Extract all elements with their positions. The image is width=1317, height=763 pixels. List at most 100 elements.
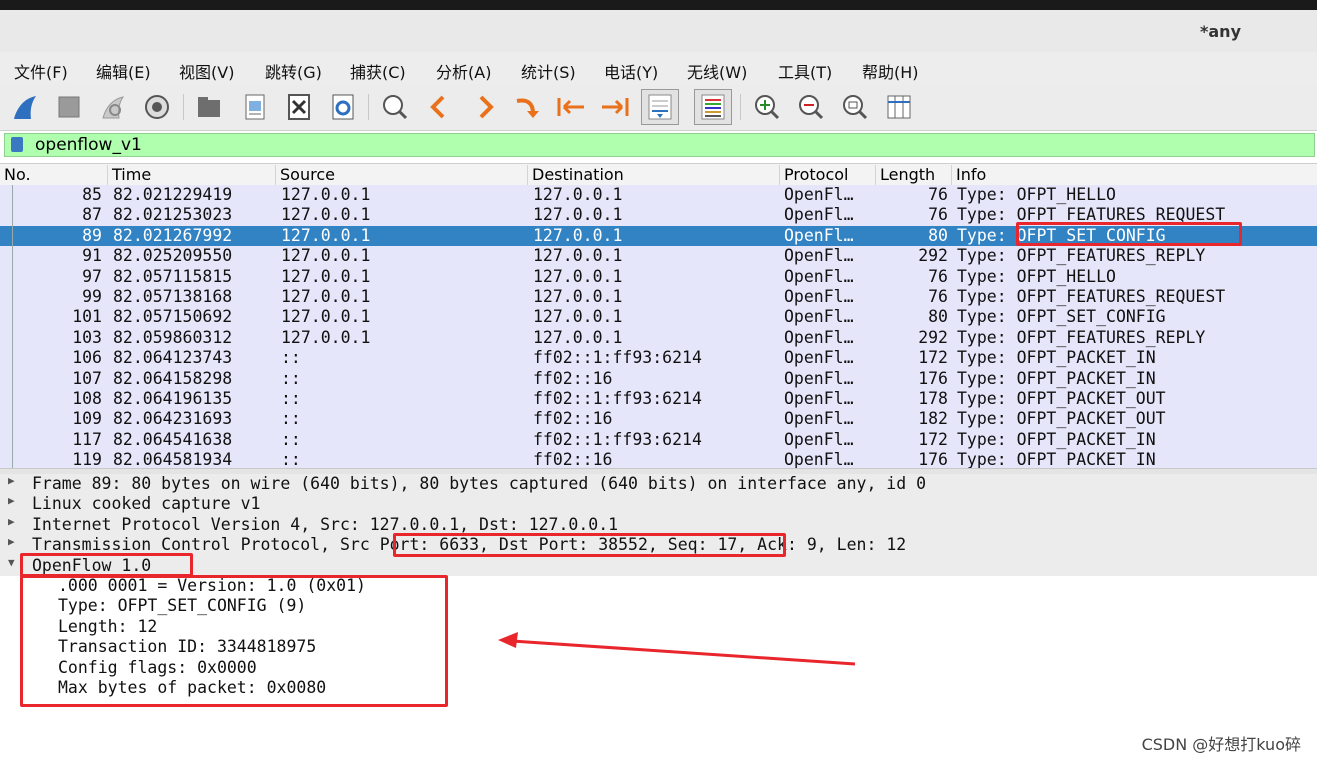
gutter-line [12,185,13,468]
last-packet-icon[interactable] [600,92,630,122]
arrow-shaft [511,639,856,666]
menu-view[interactable]: 视图(V) [179,59,234,83]
cell-length: 176 [918,368,948,388]
display-filter-bar[interactable]: openflow_v1 [4,133,1315,157]
stop-square-icon[interactable] [54,92,84,122]
go-forward-arrow-icon[interactable] [470,92,500,122]
resize-columns-icon[interactable] [884,92,914,122]
cell-destination: 127.0.0.1 [533,266,623,286]
zoom-out-icon[interactable] [796,92,826,122]
menu-go[interactable]: 跳转(G) [265,59,322,83]
go-to-packet-icon[interactable] [512,92,542,122]
title-bar: *any [0,10,1317,53]
shark-fin-start-icon[interactable] [10,92,40,122]
column-header-no[interactable]: No. [0,165,108,185]
related-packets-gutter [0,185,14,468]
zoom-in-icon[interactable] [752,92,782,122]
column-header-time[interactable]: Time [108,165,276,185]
menu-analyze[interactable]: 分析(A) [436,59,491,83]
column-header-protocol[interactable]: Protocol [780,165,876,185]
cell-length: 80 [928,225,948,245]
detail-openflow-row[interactable]: ▼ OpenFlow 1.0 [0,555,1317,576]
column-header-info[interactable]: Info [952,165,1317,185]
close-file-icon[interactable] [284,92,314,122]
menu-file[interactable]: 文件(F) [14,59,68,83]
bookmark-icon[interactable] [11,137,23,152]
cell-destination: 127.0.0.1 [533,205,623,225]
packet-row[interactable]: 101 82.057150692 127.0.0.1 127.0.0.1 OpenFl…… [0,307,1317,328]
save-file-icon[interactable] [240,92,270,122]
packet-row[interactable]: 103 82.059860312 127.0.0.1 127.0.0.1 OpenFl…… [0,327,1317,349]
packet-row[interactable]: 109 82.064231693:: ff02::16 OpenFl… 182 Type:… [0,409,1317,430]
cell-destination: 127.0.0.1 [533,246,623,266]
cell-source: 127.0.0.1 [281,307,371,327]
packet-row[interactable]: 99 82.057138168 127.0.0.1 127.0.0.1 OpenFl… 7… [0,287,1317,308]
menu-help[interactable]: 帮助(H) [862,59,919,83]
cell-source: :: [281,348,301,368]
cell-source: 127.0.0.1 [281,246,371,266]
cell-source: 127.0.0.1 [281,287,371,306]
go-back-arrow-icon[interactable] [424,92,454,122]
column-header-source[interactable]: Source [276,165,528,185]
cell-source: 127.0.0.1 [281,205,371,225]
reload-file-icon[interactable] [328,92,358,122]
cell-source: :: [281,450,301,468]
cell-protocol: OpenFl… [784,185,854,204]
cell-no: 87 [82,205,102,225]
column-header-destination[interactable]: Destination [528,165,780,185]
display-filter-input[interactable]: openflow_v1 [35,135,142,155]
cell-protocol: OpenFl… [784,266,854,286]
cell-info: Type: OFPT_PACKET_OUT [957,389,1166,408]
cell-info: Type: OFPT_PACKET_IN [957,450,1156,468]
cell-length: 172 [918,348,948,368]
cell-info: Type: OFPT_FEATURES_REPLY [957,246,1206,266]
restart-capture-icon[interactable] [98,92,128,122]
packet-row[interactable]: 119 82.064581934:: ff02::16 OpenFl… 176 Type:… [0,450,1317,468]
menu-wireless[interactable]: 无线(W) [687,59,747,83]
detail-frame-row[interactable]: ▶ Frame 89: 80 bytes on wire (640 bits),… [0,474,1317,495]
cell-time: 82.059860312 [113,327,233,347]
detail-linux-row[interactable]: ▶ Linux cooked capture v1 [0,494,1317,515]
cell-source: 127.0.0.1 [281,225,371,245]
zoom-reset-icon[interactable] [840,92,870,122]
collapse-arrow-icon[interactable]: ▼ [8,556,15,569]
expand-arrow-icon[interactable]: ▶ [8,494,15,507]
cell-destination: 127.0.0.1 [533,225,623,245]
find-packet-icon[interactable] [380,92,410,122]
menu-tools[interactable]: 工具(T) [778,59,832,83]
packet-row[interactable]: 108 82.064196135:: ff02::1:ff93:6214 OpenFl… [0,389,1317,410]
cell-no: 101 [72,307,102,327]
packet-row[interactable]: 106 82.064123743:: ff02::1:ff93:6214 OpenFl… [0,348,1317,369]
first-packet-icon[interactable] [556,92,586,122]
packet-row[interactable]: 85 82.021229419 127.0.0.1 127.0.0.1 OpenFl… 7… [0,185,1317,206]
window-title: *any [1200,22,1241,41]
cell-length: 178 [918,389,948,408]
cell-time: 82.064541638 [113,429,233,449]
menu-bar: 文件(F) 编辑(E) 视图(V) 跳转(G) 捕获(C) 分析(A) 统计(S… [0,52,1317,85]
capture-options-gear-icon[interactable] [142,92,172,122]
menu-telephony[interactable]: 电话(Y) [604,59,658,83]
expand-arrow-icon[interactable]: ▶ [8,474,15,487]
cell-length: 76 [928,287,948,306]
cell-protocol: OpenFl… [784,429,854,449]
cell-protocol: OpenFl… [784,327,854,347]
packet-row[interactable]: 91 82.025209550 127.0.0.1 127.0.0.1 OpenFl… 2… [0,246,1317,267]
cell-time: 82.064123743 [113,348,233,368]
colorize-icon[interactable] [694,89,732,125]
watermark: CSDN @好想打kuo碎 [1141,735,1301,754]
cell-destination: ff02::1:ff93:6214 [533,429,702,449]
expand-arrow-icon[interactable]: ▶ [8,515,15,528]
autoscroll-icon[interactable] [641,89,679,125]
detail-linux-text: Linux cooked capture v1 [32,494,261,514]
packet-row[interactable]: 117 82.064541638:: ff02::1:ff93:6214 OpenFl… [0,429,1317,451]
packet-row[interactable]: 97 82.057115815 127.0.0.1 127.0.0.1 OpenFl… 7… [0,266,1317,287]
expand-arrow-icon[interactable]: ▶ [8,535,15,548]
cell-time: 82.057138168 [113,287,233,306]
packet-row[interactable]: 107 82.064158298:: ff02::16 OpenFl… 176 Type:… [0,368,1317,389]
cell-no: 99 [82,287,102,306]
column-header-length[interactable]: Length [876,165,952,185]
menu-statistics[interactable]: 统计(S) [521,59,576,83]
open-folder-icon[interactable] [194,92,224,122]
menu-edit[interactable]: 编辑(E) [96,59,151,83]
menu-capture[interactable]: 捕获(C) [350,59,406,83]
